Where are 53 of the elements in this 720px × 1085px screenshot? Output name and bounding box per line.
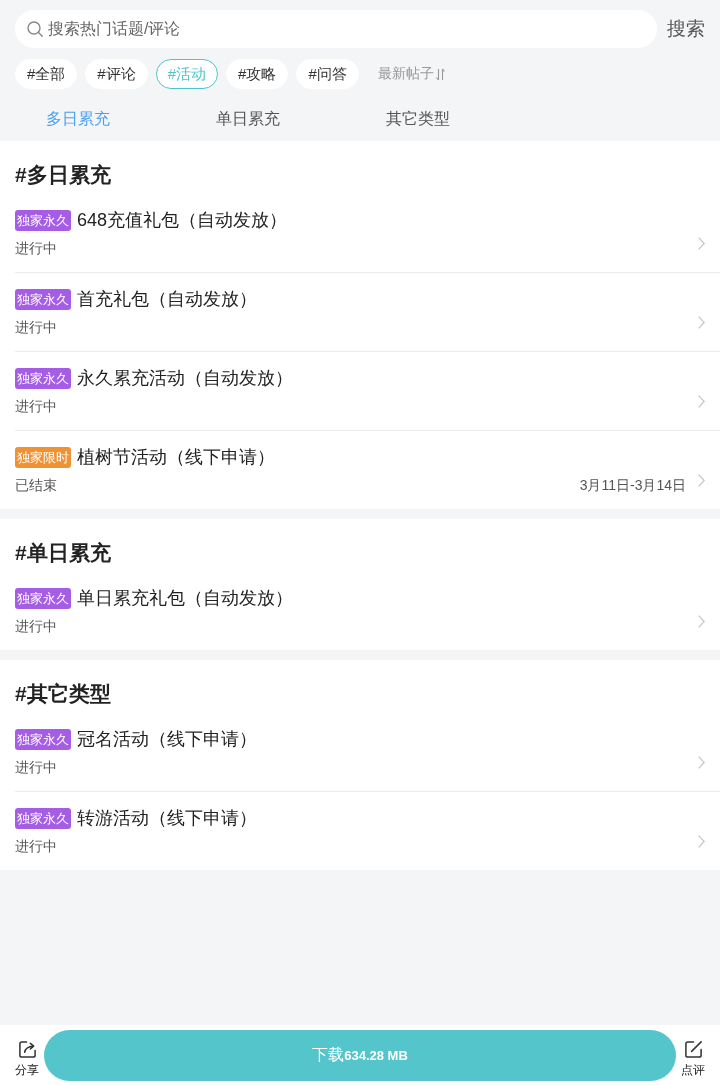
tag-chip[interactable]: #评论: [85, 59, 148, 89]
search-icon: [27, 21, 43, 37]
tag-chip[interactable]: #问答: [296, 59, 359, 89]
activity-badge: 独家限时: [15, 446, 71, 468]
share-button[interactable]: 分享: [14, 1039, 40, 1079]
activity-status: 进行中: [15, 617, 57, 636]
chevron-right-icon: [698, 394, 705, 408]
activity-title: 648充值礼包（自动发放）: [77, 209, 288, 232]
activity-status: 进行中: [15, 318, 57, 337]
activity-row[interactable]: 独家永久 转游活动（线下申请） 进行中: [15, 792, 720, 870]
search-field[interactable]: 搜索热门话题/评论: [15, 10, 657, 48]
activity-row[interactable]: 独家永久 冠名活动（线下申请） 进行中: [15, 713, 720, 792]
activity-badge: 独家永久: [15, 807, 71, 829]
chevron-right-icon: [698, 236, 705, 250]
chevron-right-icon: [698, 315, 705, 329]
activity-badge: 独家永久: [15, 587, 71, 609]
activity-status: 进行中: [15, 239, 57, 258]
share-icon: [17, 1039, 37, 1059]
activity-title: 转游活动（线下申请）: [77, 807, 257, 830]
activity-status: 进行中: [15, 837, 57, 856]
activity-badge: 独家永久: [15, 728, 71, 750]
activity-title: 永久累充活动（自动发放）: [77, 367, 293, 390]
date-range: 3月11日-3月14日: [579, 476, 686, 495]
activity-title: 单日累充礼包（自动发放）: [77, 587, 293, 610]
activity-status: 已结束: [15, 476, 57, 495]
activity-title: 植树节活动（线下申请）: [77, 446, 275, 469]
activity-row[interactable]: 独家永久 单日累充礼包（自动发放） 进行中: [15, 572, 720, 650]
section-title: #单日累充: [15, 540, 112, 566]
activity-badge: 独家永久: [15, 288, 71, 310]
activity-row[interactable]: 独家限时 植树节活动（线下申请） 已结束 3月11日-3月14日: [15, 431, 720, 509]
section-title: #多日累充: [15, 162, 112, 188]
edit-icon: [683, 1039, 703, 1059]
activity-title: 冠名活动（线下申请）: [77, 728, 257, 751]
tag-chip[interactable]: #全部: [15, 59, 78, 89]
review-button[interactable]: 点评: [680, 1039, 706, 1079]
activity-row[interactable]: 独家永久 首充礼包（自动发放） 进行中: [15, 273, 720, 352]
activity-status: 进行中: [15, 758, 57, 777]
chevron-right-icon: [698, 755, 705, 769]
section-title: #其它类型: [15, 681, 112, 707]
chevron-right-icon: [698, 614, 705, 628]
chevron-right-icon: [698, 834, 705, 848]
activity-badge: 独家永久: [15, 367, 71, 389]
activity-row[interactable]: 独家永久 648充值礼包（自动发放） 进行中: [15, 194, 720, 273]
activity-badge: 独家永久: [15, 209, 71, 231]
activity-row[interactable]: 独家永久 永久累充活动（自动发放） 进行中: [15, 352, 720, 431]
category-tab[interactable]: 其它类型: [386, 107, 450, 131]
activity-status: 进行中: [15, 397, 57, 416]
chevron-right-icon: [698, 473, 705, 487]
tag-chip[interactable]: #攻略: [226, 59, 289, 89]
category-tab[interactable]: 单日累充: [216, 107, 280, 131]
activity-title: 首充礼包（自动发放）: [77, 288, 257, 311]
search-button[interactable]: 搜索: [667, 16, 705, 42]
sort-icon: [435, 67, 445, 81]
